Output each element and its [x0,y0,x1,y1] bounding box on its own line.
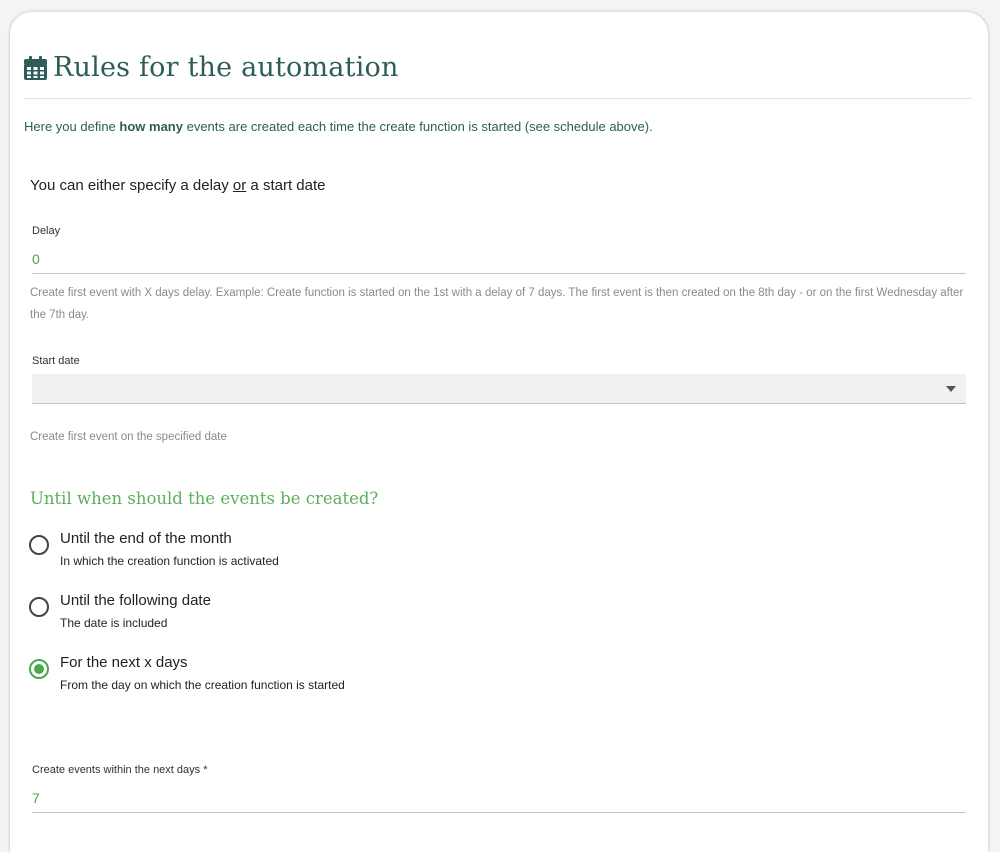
intro-text: Here you define how many events are crea… [24,119,653,134]
next-days-input[interactable]: 7 [32,790,40,806]
instruction-end: a start date [246,177,326,194]
radio-option-subtitle: The date is included [60,616,168,630]
card-header: Rules for the automation [24,52,399,83]
next-days-input-underline [32,812,966,813]
automation-rules-card: Rules for the automation Here you define… [10,12,988,852]
intro-text-start: Here you define [24,119,120,134]
delay-input[interactable]: 0 [32,251,40,267]
title-divider [24,98,972,99]
radio-option-subtitle: In which the creation function is activa… [60,554,279,568]
radio-button[interactable] [29,535,49,555]
radio-option-title: Until the following date [60,592,211,609]
radio-button[interactable] [29,597,49,617]
radio-option-title: Until the end of the month [60,530,232,547]
start-date-label: Start date [32,355,80,367]
delay-hint: Create first event with X days delay. Ex… [30,287,964,321]
caret-down-icon [946,386,956,392]
delay-label: Delay [32,225,61,237]
start-date-hint: Create first event on the specified date [30,431,227,443]
instruction-or: or [232,177,247,194]
delay-input-underline [32,273,966,274]
until-section-title: Until when should the events be created? [30,489,379,508]
next-days-label: Create events within the next days * [32,764,208,776]
delay-or-start-date-instruction: You can either specify a delay or a star… [30,177,325,194]
intro-text-end: events are created each time the create … [182,119,653,134]
radio-option-title: For the next x days [60,654,188,671]
page-title: Rules for the automation [53,52,399,83]
start-date-select[interactable] [32,374,966,404]
instruction-start: You can either specify a delay [30,177,233,194]
intro-text-bold: how many [119,119,183,134]
calendar-icon [24,55,47,80]
radio-option-subtitle: From the day on which the creation funct… [60,678,345,692]
radio-button-selected[interactable] [29,659,49,679]
